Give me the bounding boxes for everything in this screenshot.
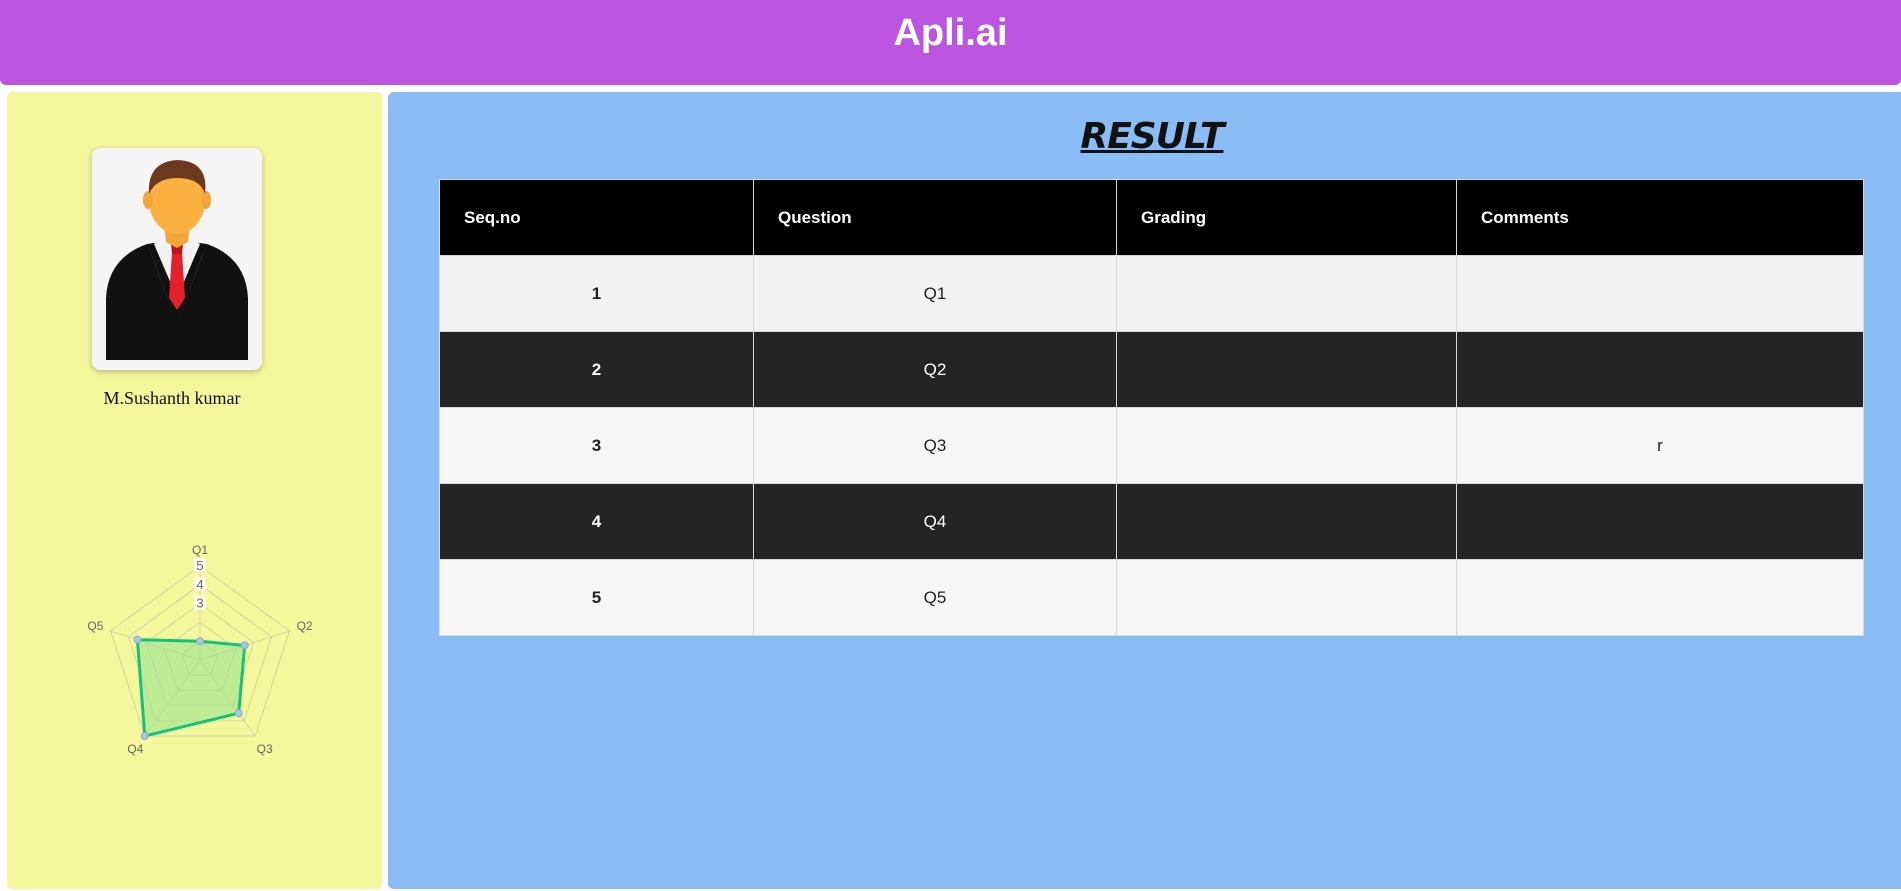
cell-grading — [1116, 483, 1457, 560]
radar-axis-label: Q2 — [297, 619, 313, 633]
cell-seq: 4 — [439, 483, 754, 560]
radar-point[interactable] — [140, 732, 149, 741]
radar-axis-label: Q1 — [192, 543, 208, 557]
cell-grading — [1116, 407, 1457, 484]
column-header-question: Question — [753, 179, 1117, 256]
result-table: Seq.no Question Grading Comments 1 Q1 2 … — [439, 179, 1864, 636]
cell-question: Q5 — [753, 559, 1117, 636]
cell-comments — [1456, 331, 1864, 408]
radar-axis-label: Q4 — [127, 742, 143, 756]
radar-tick-label: 4 — [196, 577, 203, 592]
column-header-grading: Grading — [1116, 179, 1457, 256]
radar-tick-label: 3 — [196, 596, 203, 611]
cell-comments — [1456, 559, 1864, 636]
radar-axis-label: Q5 — [87, 619, 103, 633]
result-panel: RESULT Seq.no Question Grading Comments … — [388, 92, 1901, 889]
cell-seq: 2 — [439, 331, 754, 408]
table-row: 3 Q3 r — [439, 407, 1864, 484]
radar-point[interactable] — [234, 709, 243, 718]
cell-comments: r — [1456, 407, 1864, 484]
radar-point[interactable] — [240, 641, 249, 650]
user-name: M.Sushanth kumar — [103, 388, 241, 408]
app-header: Apli.ai — [0, 0, 1901, 85]
cell-question: Q4 — [753, 483, 1117, 560]
radar-axis-label: Q3 — [257, 742, 273, 756]
app-title: Apli.ai — [893, 12, 1008, 54]
table-row: 1 Q1 — [439, 255, 1864, 332]
radar-tick-label: 5 — [196, 558, 203, 573]
cell-grading — [1116, 255, 1457, 332]
column-header-seq: Seq.no — [439, 179, 754, 256]
table-header-row: Seq.no Question Grading Comments — [439, 179, 1864, 256]
avatar — [92, 148, 262, 370]
cell-grading — [1116, 559, 1457, 636]
cell-seq: 3 — [439, 407, 754, 484]
column-header-comments: Comments — [1456, 179, 1864, 256]
table-row: 5 Q5 — [439, 559, 1864, 636]
score-radar-chart: 3 4 5 Q1 Q2 Q3 Q4 Q5 — [87, 543, 313, 756]
radar-point[interactable] — [133, 635, 142, 644]
user-avatar-icon — [106, 160, 248, 360]
profile-sidebar: M.Sushanth kumar 3 4 5 Q1 Q2 Q3 Q4 Q5 — [7, 92, 382, 889]
cell-seq: 1 — [439, 255, 754, 332]
cell-comments — [1456, 483, 1864, 560]
cell-seq: 5 — [439, 559, 754, 636]
table-row: 4 Q4 — [439, 483, 1864, 560]
table-row: 2 Q2 — [439, 331, 1864, 408]
cell-question: Q1 — [753, 255, 1117, 332]
cell-question: Q3 — [753, 407, 1117, 484]
cell-question: Q2 — [753, 331, 1117, 408]
radar-series-area — [135, 638, 247, 738]
cell-comments — [1456, 255, 1864, 332]
cell-grading — [1116, 331, 1457, 408]
result-title: RESULT — [1080, 116, 1224, 157]
radar-point[interactable] — [196, 637, 204, 646]
